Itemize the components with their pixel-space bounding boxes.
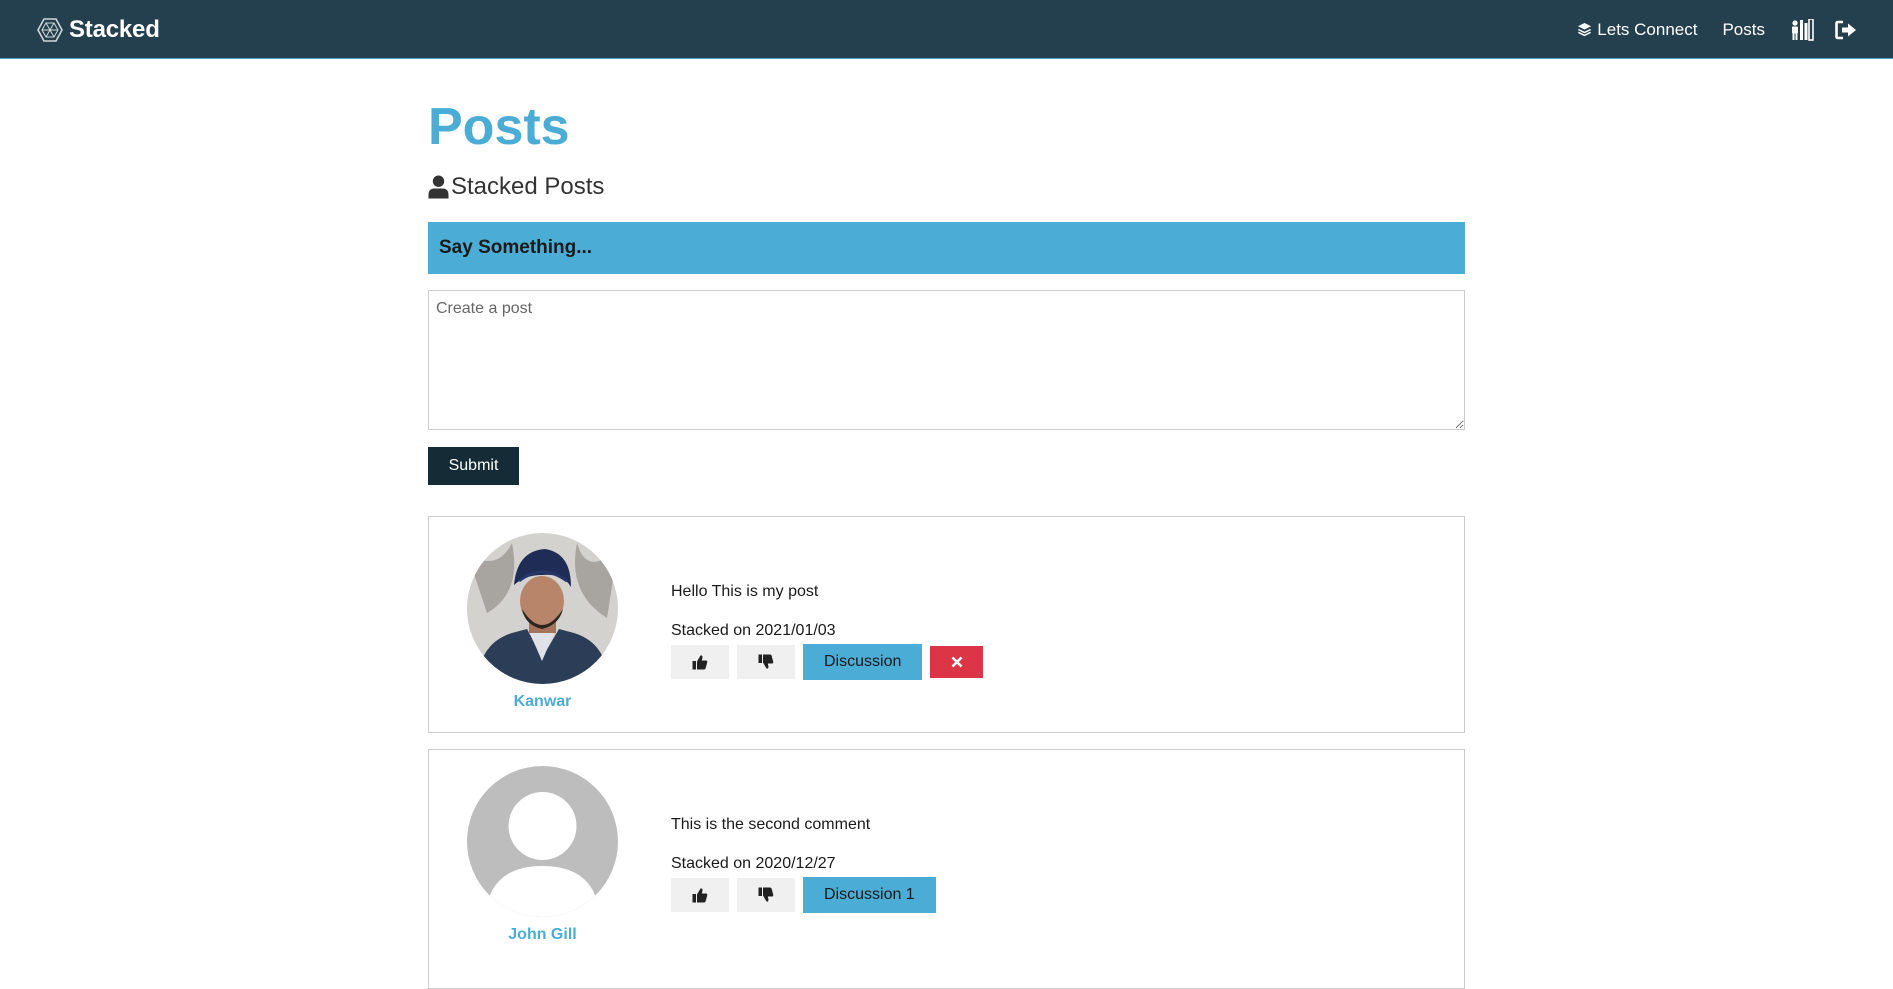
thumbs-up-icon (692, 888, 708, 903)
post-date: Stacked on 2021/01/03 (671, 622, 836, 639)
layers-icon (1578, 22, 1592, 37)
like-button[interactable] (671, 878, 729, 912)
brand-name: Stacked (69, 16, 160, 43)
post-card: John Gill This is the second comment Sta… (428, 749, 1465, 989)
default-avatar (467, 766, 618, 917)
nav-posts-label: Posts (1722, 19, 1765, 39)
avatar[interactable] (467, 533, 618, 684)
user-icon (428, 175, 449, 199)
avatar[interactable] (467, 766, 618, 917)
nav-lets-connect-link[interactable]: Lets Connect (1577, 20, 1697, 40)
user-photo (467, 533, 618, 684)
nav-logout-link[interactable] (1835, 20, 1857, 40)
discussion-button[interactable]: Discussion 1 (803, 877, 936, 913)
navbar: Stacked Lets Connect Posts (0, 0, 1893, 59)
create-post-textarea[interactable] (428, 290, 1465, 430)
post-author-link[interactable]: John Gill (467, 926, 618, 944)
nav-posts-link[interactable]: Posts (1722, 20, 1765, 40)
thumbs-down-icon (758, 654, 774, 669)
post-author-block: John Gill (467, 766, 618, 944)
dashboard-icon (1792, 18, 1814, 41)
page-subtitle: Stacked Posts (428, 173, 604, 201)
post-author-link[interactable]: Kanwar (467, 693, 618, 711)
nav-dashboard-link[interactable] (1790, 18, 1815, 41)
brand-link[interactable]: Stacked (37, 16, 160, 44)
page-title: Posts (428, 98, 570, 156)
post-body: This is the second comment Stacked on 20… (671, 816, 944, 913)
post-body: Hello This is my post Stacked on 2021/01… (671, 583, 984, 680)
nav-lets-connect-label: Lets Connect (1597, 19, 1698, 39)
nav-menu: Lets Connect Posts (1577, 0, 1857, 59)
post-text: Hello This is my post (671, 583, 819, 600)
thumbs-down-icon (758, 887, 774, 902)
post-text: This is the second comment (671, 816, 871, 833)
submit-button[interactable]: Submit (428, 447, 519, 485)
form-header-text: Say Something... (439, 237, 593, 258)
page-subtitle-text: Stacked Posts (451, 173, 605, 200)
post-actions: Discussion (671, 644, 984, 680)
post-actions: Discussion 1 (671, 877, 944, 913)
hexagon-logo-icon (37, 18, 63, 42)
post-date: Stacked on 2020/12/27 (671, 855, 836, 872)
like-button[interactable] (671, 645, 729, 679)
close-icon (951, 656, 963, 668)
discussion-button[interactable]: Discussion (803, 644, 923, 680)
delete-post-button[interactable] (930, 646, 984, 678)
dislike-button[interactable] (737, 878, 795, 912)
dislike-button[interactable] (737, 645, 795, 679)
post-author-block: Kanwar (467, 533, 618, 711)
sign-out-icon (1835, 20, 1856, 39)
post-card: Kanwar Hello This is my post Stacked on … (428, 516, 1465, 733)
thumbs-up-icon (692, 655, 708, 670)
form-header: Say Something... (428, 222, 1465, 274)
